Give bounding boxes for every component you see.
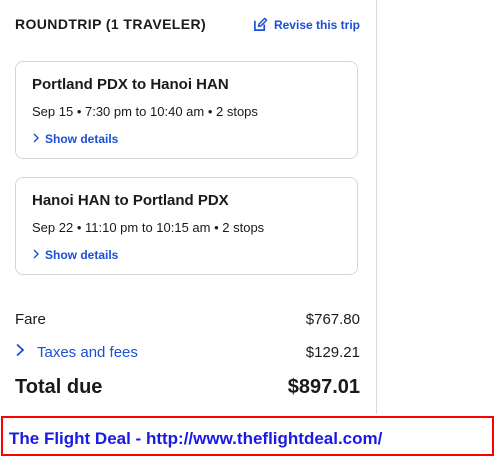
trip-type-title: ROUNDTRIP (1 TRAVELER) — [15, 16, 207, 32]
chevron-right-icon — [32, 248, 40, 262]
flight-card-return: Hanoi HAN to Portland PDX Sep 22 • 11:10… — [15, 177, 358, 275]
taxes-label: Taxes and fees — [37, 343, 138, 361]
taxes-row: Taxes and fees $129.21 — [15, 343, 360, 361]
show-details-link[interactable]: Show details — [32, 248, 118, 262]
edit-icon — [253, 17, 268, 32]
fare-row: Fare $767.80 — [15, 311, 360, 328]
fare-value: $767.80 — [305, 311, 360, 328]
trip-summary-panel: ROUNDTRIP (1 TRAVELER) Revise this trip … — [0, 0, 377, 414]
show-details-label: Show details — [45, 132, 119, 146]
chevron-right-icon — [15, 343, 25, 361]
banner-text: The Flight Deal - http://www.theflightde… — [9, 429, 383, 448]
revise-trip-label: Revise this trip — [273, 17, 360, 32]
total-value: $897.01 — [287, 376, 360, 398]
show-details-link[interactable]: Show details — [32, 132, 118, 146]
total-row: Total due $897.01 — [15, 376, 360, 399]
fare-label: Fare — [15, 311, 46, 328]
flight-route: Hanoi HAN to Portland PDX — [32, 192, 229, 209]
revise-trip-link[interactable]: Revise this trip — [253, 17, 360, 32]
flight-times: Sep 22 • 11:10 pm to 10:15 am • 2 stops — [32, 220, 265, 235]
flight-times: Sep 15 • 7:30 pm to 10:40 am • 2 stops — [32, 104, 258, 119]
total-label: Total due — [15, 376, 103, 398]
show-details-label: Show details — [45, 248, 119, 262]
watermark-banner: The Flight Deal - http://www.theflightde… — [1, 416, 494, 456]
taxes-value: $129.21 — [305, 343, 360, 361]
flight-card-outbound: Portland PDX to Hanoi HAN Sep 15 • 7:30 … — [15, 61, 358, 159]
flight-route: Portland PDX to Hanoi HAN — [32, 76, 229, 93]
trip-header: ROUNDTRIP (1 TRAVELER) Revise this trip — [15, 16, 360, 38]
chevron-right-icon — [32, 132, 40, 146]
taxes-and-fees-toggle[interactable]: Taxes and fees — [15, 343, 138, 361]
